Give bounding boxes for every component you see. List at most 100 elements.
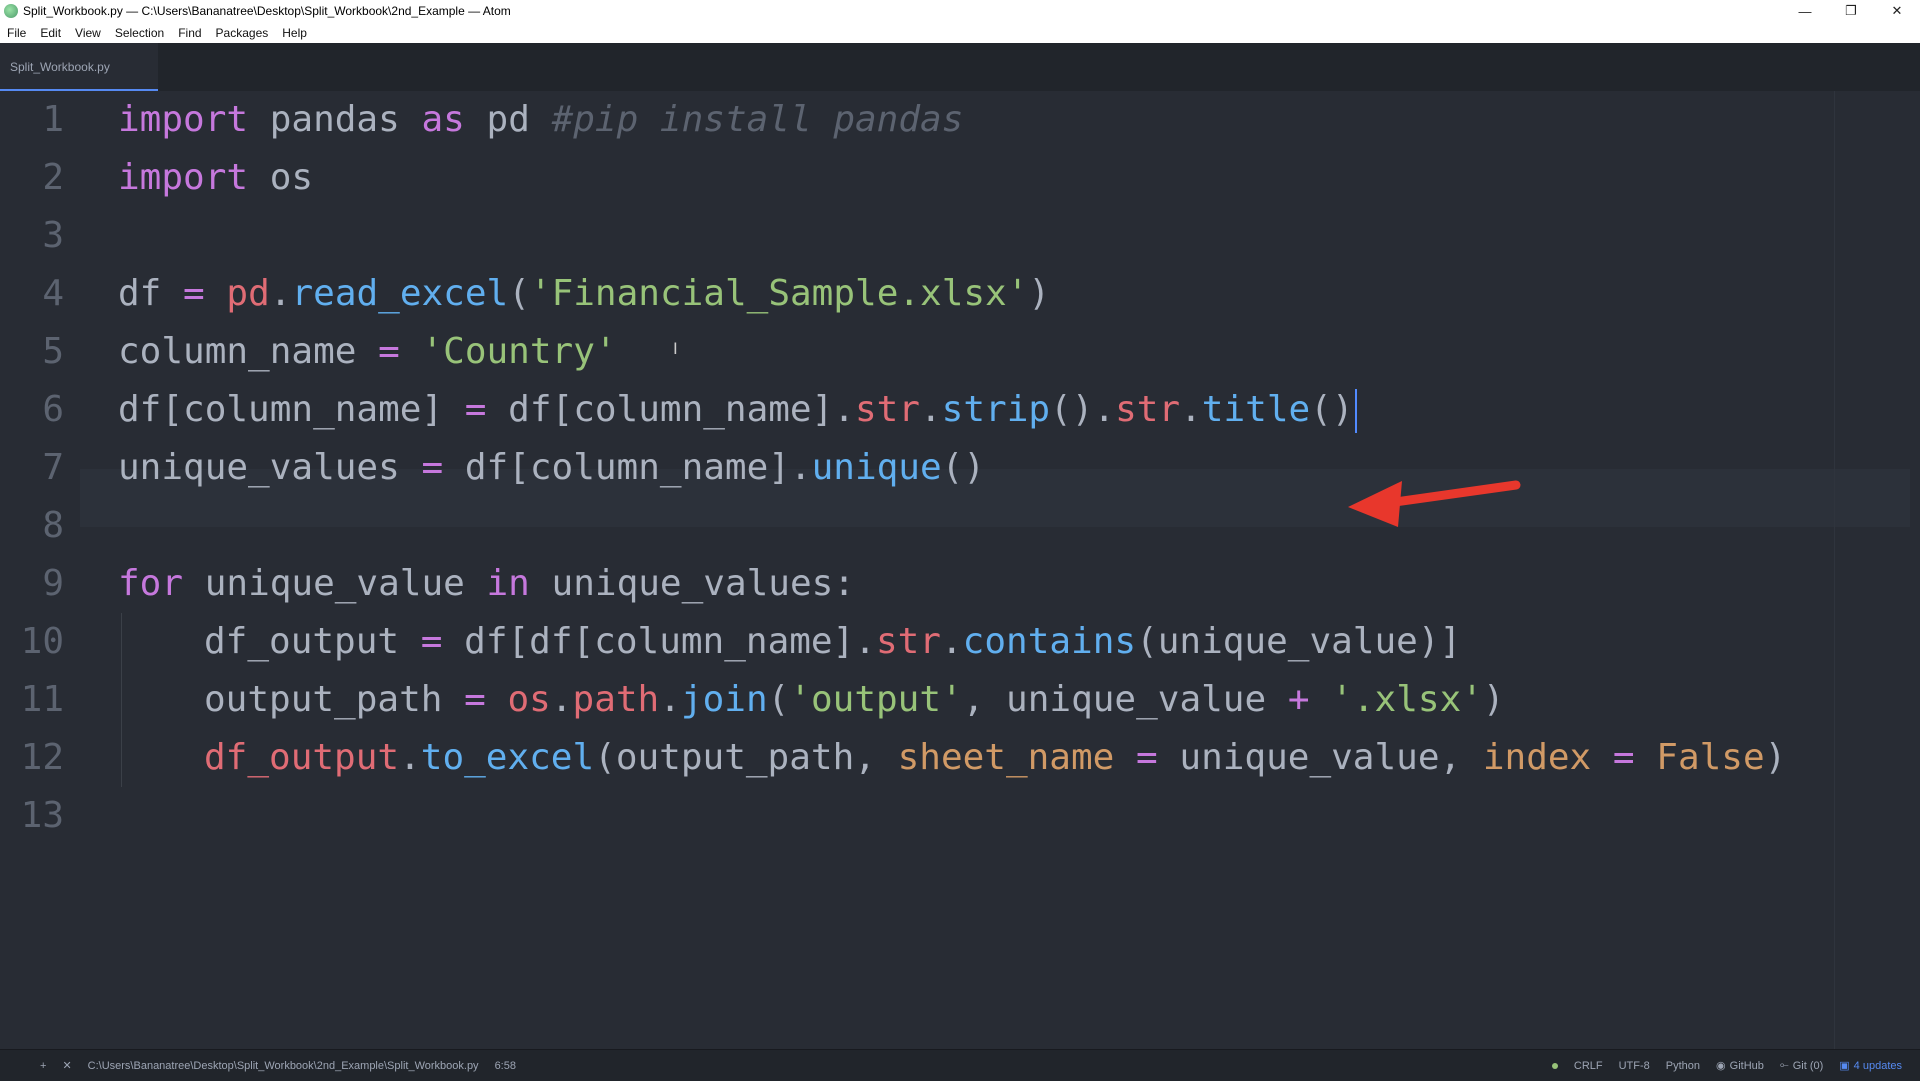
package-icon: ▣ <box>1839 1060 1850 1072</box>
line-ending-selector[interactable]: CRLF <box>1574 1060 1603 1072</box>
restore-button[interactable]: ❐ <box>1828 0 1874 22</box>
code-token: ( <box>508 273 530 314</box>
close-icon[interactable]: ✕ <box>62 1059 71 1072</box>
menu-bar: File Edit View Selection Find Packages H… <box>0 22 1920 44</box>
code-token: = <box>421 447 444 488</box>
menu-packages[interactable]: Packages <box>209 26 276 40</box>
line-number[interactable]: 10 <box>0 613 64 671</box>
indent-guide <box>121 613 122 787</box>
cursor-position[interactable]: 6:58 <box>495 1060 516 1072</box>
code-line[interactable]: for unique_value in unique_values: <box>118 555 855 613</box>
code-token: str <box>875 621 941 662</box>
code-token: + <box>1287 679 1310 720</box>
line-number[interactable]: 8 <box>0 497 64 555</box>
code-token: to_excel <box>420 737 595 778</box>
code-line[interactable]: df_output = df[df[column_name].str.conta… <box>204 613 1461 671</box>
code-line[interactable]: output_path = os.path.join('output', uni… <box>204 671 1505 729</box>
code-token: False <box>1656 737 1765 778</box>
code-token: (output_path, <box>594 737 898 778</box>
code-token: os <box>507 679 551 720</box>
menu-file[interactable]: File <box>0 26 33 40</box>
title-bar: Split_Workbook.py — C:\Users\Bananatree\… <box>0 0 1920 22</box>
code-token: . <box>940 621 963 662</box>
line-number[interactable]: 2 <box>0 149 64 207</box>
code-token: as <box>421 99 465 140</box>
code-token: = <box>420 621 443 662</box>
code-line[interactable]: unique_values = df[column_name].unique() <box>118 439 985 497</box>
code-token: import <box>118 99 249 140</box>
code-token: = <box>183 273 205 314</box>
line-number[interactable]: 13 <box>0 787 64 845</box>
updates-label: 4 updates <box>1853 1059 1902 1072</box>
add-icon[interactable]: + <box>40 1060 46 1072</box>
code-line[interactable]: df_output.to_excel(output_path, sheet_na… <box>204 729 1786 787</box>
code-token: . <box>1180 389 1202 430</box>
line-number[interactable]: 6 <box>0 381 64 439</box>
git-button[interactable]: ⟜ Git (0) <box>1780 1059 1823 1072</box>
code-token: = <box>1612 737 1635 778</box>
git-icon: ⟜ <box>1779 1059 1789 1071</box>
updates-button[interactable]: ▣ 4 updates <box>1839 1059 1902 1073</box>
status-dot-icon <box>1551 1062 1558 1069</box>
code-token: '.xlsx' <box>1331 679 1483 720</box>
line-number[interactable]: 7 <box>0 439 64 497</box>
atom-app-icon <box>4 4 18 18</box>
line-number[interactable]: 12 <box>0 729 64 787</box>
code-token: sheet_name <box>897 737 1115 778</box>
tab-bar: Split_Workbook.py <box>0 43 1920 91</box>
window-controls: — ❐ ✕ <box>1782 0 1920 22</box>
mouse-ibeam-cursor: I <box>673 339 678 358</box>
code-token: (). <box>1050 389 1116 430</box>
menu-edit[interactable]: Edit <box>33 26 68 40</box>
code-token: (unique_value)] <box>1136 621 1462 662</box>
code-token: 'Country' <box>421 331 617 372</box>
code-token: unique <box>811 447 942 488</box>
code-token: ) <box>1764 737 1787 778</box>
grammar-selector[interactable]: Python <box>1666 1060 1700 1072</box>
red-arrow-annotation <box>1348 480 1521 527</box>
line-number[interactable]: 5 <box>0 323 64 381</box>
text-caret <box>1354 389 1357 433</box>
code-line[interactable]: column_name = 'Country' <box>118 323 617 381</box>
line-number[interactable]: 4 <box>0 265 64 323</box>
line-number[interactable]: 3 <box>0 207 64 265</box>
github-button[interactable]: ◉ GitHub <box>1716 1059 1764 1073</box>
code-token: ) <box>1028 273 1051 314</box>
code-token: df[column_name]. <box>464 447 812 488</box>
code-token: pandas <box>269 99 400 140</box>
tab-split-workbook[interactable]: Split_Workbook.py <box>0 43 158 91</box>
code-token: output_path <box>204 679 443 720</box>
code-editor[interactable]: 1 2 3 4 5 6 7 8 9 10 11 12 13 import pandas as pd #p… <box>0 91 1920 1049</box>
code-token: index <box>1482 737 1592 778</box>
code-token: in <box>486 563 530 604</box>
close-button[interactable]: ✕ <box>1874 0 1920 22</box>
menu-view[interactable]: View <box>68 26 108 40</box>
code-token: () <box>941 447 986 488</box>
code-token: contains <box>962 621 1137 662</box>
code-line[interactable]: df[column_name] = df[column_name].str.st… <box>118 381 1357 439</box>
wrap-guide <box>1834 91 1835 1049</box>
code-line[interactable]: import pandas as pd #pip install pandas <box>118 91 963 149</box>
code-token: pd <box>226 273 270 314</box>
code-token: df_output <box>204 737 400 778</box>
line-number[interactable]: 9 <box>0 555 64 613</box>
code-token: 'Financial_Sample.xlsx' <box>529 273 1029 314</box>
code-line[interactable]: import os <box>118 149 313 207</box>
code-token: . <box>919 389 942 430</box>
menu-help[interactable]: Help <box>275 26 314 40</box>
line-number[interactable]: 1 <box>0 91 64 149</box>
line-number[interactable]: 11 <box>0 671 64 729</box>
menu-find[interactable]: Find <box>171 26 208 40</box>
code-token: unique_values: <box>551 563 855 604</box>
menu-selection[interactable]: Selection <box>108 26 171 40</box>
code-token: column_name <box>118 331 357 372</box>
git-label: Git (0) <box>1792 1059 1824 1072</box>
code-line[interactable]: df = pd.read_excel('Financial_Sample.xls… <box>118 265 1050 323</box>
encoding-selector[interactable]: UTF-8 <box>1619 1060 1650 1072</box>
code-token: . <box>550 679 573 720</box>
code-token: read_excel <box>291 273 509 314</box>
file-path[interactable]: C:\Users\Bananatree\Desktop\Split_Workbo… <box>88 1060 479 1072</box>
code-token: unique_values <box>118 447 400 488</box>
minimize-button[interactable]: — <box>1782 0 1828 22</box>
code-token: title <box>1201 389 1311 430</box>
